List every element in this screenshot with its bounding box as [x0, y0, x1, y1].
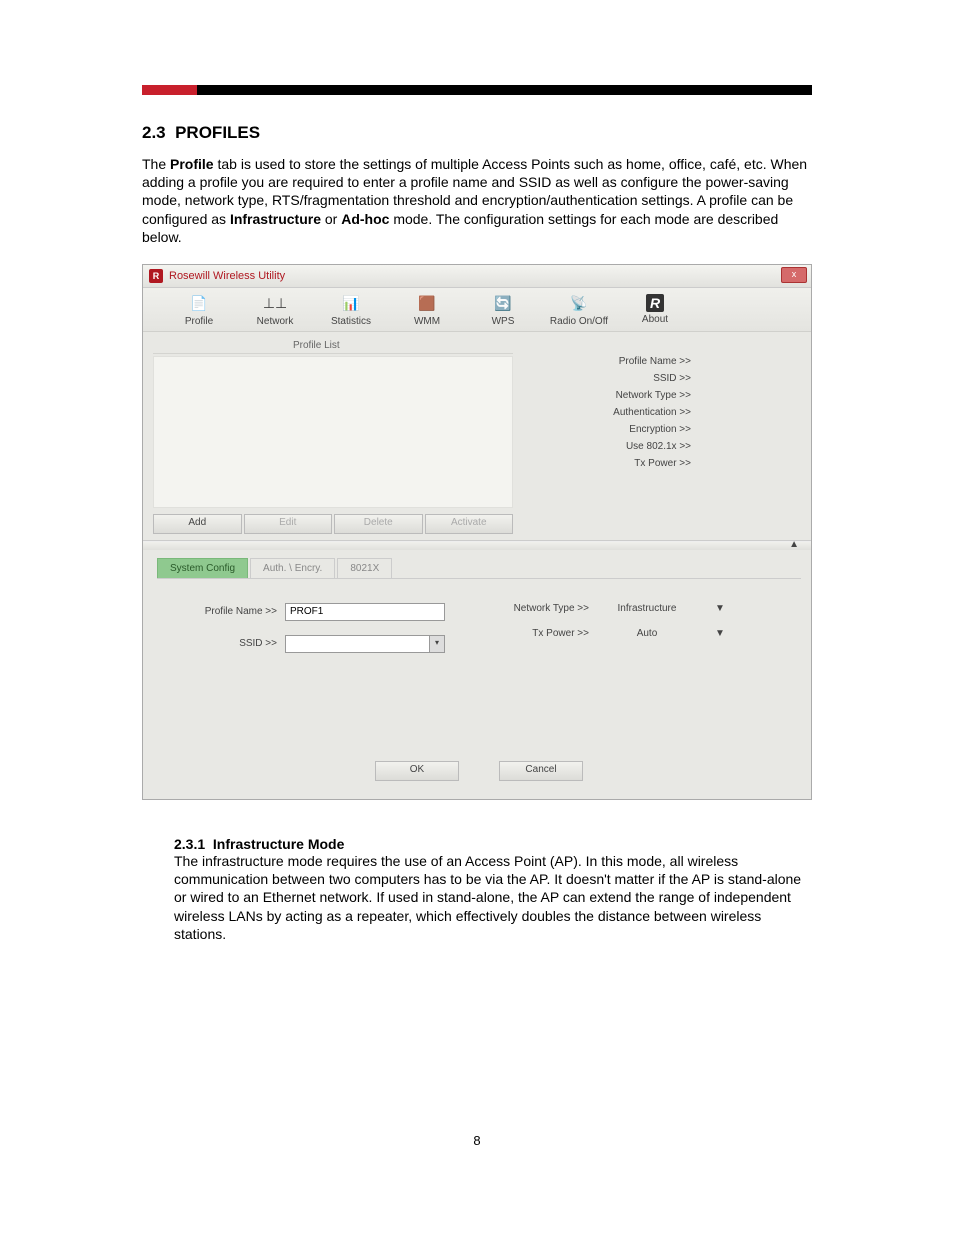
- section-title: 2.3 PROFILES: [142, 123, 812, 143]
- app-logo-icon: R: [149, 269, 163, 283]
- tx-power-value: Auto: [597, 628, 697, 639]
- detail-encryption: Encryption >>: [531, 424, 695, 435]
- profile-name-input[interactable]: [285, 603, 445, 621]
- statistics-icon: 📊: [340, 294, 362, 314]
- ssid-combobox[interactable]: ▾: [285, 635, 445, 653]
- toolbar-label: Statistics: [331, 316, 371, 327]
- section-number: 2.3: [142, 123, 166, 142]
- text: The: [142, 156, 170, 172]
- text-bold: Profile: [170, 156, 214, 172]
- profile-button-row: Add Edit Delete Activate: [153, 514, 513, 534]
- subsection-text: The infrastructure mode requires the use…: [174, 852, 812, 943]
- header-line: [197, 85, 812, 95]
- header-bar: [142, 85, 812, 95]
- toolbar-label: About: [642, 314, 668, 325]
- cancel-button[interactable]: Cancel: [499, 761, 583, 781]
- toolbar-label: Radio On/Off: [550, 316, 608, 327]
- tab-system-config[interactable]: System Config: [157, 558, 248, 578]
- profile-details-panel: Profile Name >> SSID >> Network Type >> …: [521, 332, 811, 540]
- toolbar-label: Network: [257, 316, 294, 327]
- profile-section: Profile List Add Edit Delete Activate Pr…: [143, 332, 811, 541]
- page-number: 8: [142, 1133, 812, 1148]
- config-body: Profile Name >> SSID >> ▾ Network Type >…: [157, 578, 801, 757]
- config-tabs: System Config Auth. \ Encry. 8021X: [157, 558, 801, 578]
- activate-button[interactable]: Activate: [425, 514, 514, 534]
- tab-auth-encry[interactable]: Auth. \ Encry.: [250, 558, 335, 578]
- network-type-value: Infrastructure: [597, 603, 697, 614]
- ssid-label: SSID >>: [167, 638, 285, 649]
- profile-list-label: Profile List: [153, 340, 513, 354]
- detail-authentication: Authentication >>: [531, 407, 695, 418]
- toolbar-network[interactable]: ⊥⊥ Network: [239, 294, 311, 327]
- profile-icon: 📄: [188, 294, 210, 314]
- dropdown-arrow-icon: ▾: [429, 636, 444, 652]
- app-window: R Rosewill Wireless Utility x 📄 Profile …: [142, 264, 812, 800]
- edit-button[interactable]: Edit: [244, 514, 333, 534]
- title-bar: R Rosewill Wireless Utility x: [143, 265, 811, 288]
- toolbar-profile[interactable]: 📄 Profile: [163, 294, 235, 327]
- network-icon: ⊥⊥: [264, 294, 286, 314]
- toolbar-statistics[interactable]: 📊 Statistics: [315, 294, 387, 327]
- network-type-label: Network Type >>: [479, 603, 597, 614]
- close-button[interactable]: x: [781, 267, 807, 283]
- window-title: Rosewill Wireless Utility: [169, 270, 285, 282]
- wps-icon: 🔄: [492, 294, 514, 314]
- config-right-col: Network Type >> Infrastructure ▼ Tx Powe…: [479, 603, 791, 667]
- bottom-button-row: OK Cancel: [157, 757, 801, 789]
- collapse-handle[interactable]: ▲: [143, 541, 811, 550]
- config-left-col: Profile Name >> SSID >> ▾: [167, 603, 479, 667]
- toolbar-label: WMM: [414, 316, 440, 327]
- toolbar-label: Profile: [185, 316, 213, 327]
- about-icon: R: [646, 294, 664, 312]
- toolbar-wmm[interactable]: 🟫 WMM: [391, 294, 463, 327]
- subsection-number: 2.3.1: [174, 836, 205, 852]
- toolbar-wps[interactable]: 🔄 WPS: [467, 294, 539, 327]
- text: or: [321, 211, 341, 227]
- radio-icon: 📡: [568, 294, 590, 314]
- toolbar-about[interactable]: R About: [619, 294, 691, 327]
- ok-button[interactable]: OK: [375, 761, 459, 781]
- text-bold: Infrastructure: [230, 211, 321, 227]
- profile-list-panel: Profile List Add Edit Delete Activate: [143, 332, 521, 540]
- tx-power-dropdown[interactable]: ▼: [715, 628, 725, 639]
- intro-paragraph: The Profile tab is used to store the set…: [142, 155, 812, 246]
- toolbar: 📄 Profile ⊥⊥ Network 📊 Statistics 🟫 WMM …: [143, 288, 811, 332]
- network-type-dropdown[interactable]: ▼: [715, 603, 725, 614]
- tx-power-label: Tx Power >>: [479, 628, 597, 639]
- collapse-arrow-icon: ▲: [789, 539, 799, 550]
- text-bold: Ad-hoc: [341, 211, 389, 227]
- detail-profile-name: Profile Name >>: [531, 356, 695, 367]
- toolbar-radio[interactable]: 📡 Radio On/Off: [543, 294, 615, 327]
- config-area: System Config Auth. \ Encry. 8021X Profi…: [143, 550, 811, 799]
- toolbar-label: WPS: [492, 316, 515, 327]
- wmm-icon: 🟫: [416, 294, 438, 314]
- section-heading: PROFILES: [175, 123, 260, 142]
- subsection-heading: Infrastructure Mode: [213, 836, 344, 852]
- tab-8021x[interactable]: 8021X: [337, 558, 392, 578]
- profile-name-label: Profile Name >>: [167, 606, 285, 617]
- profile-list[interactable]: [153, 356, 513, 508]
- header-accent: [142, 85, 197, 95]
- detail-8021x: Use 802.1x >>: [531, 441, 695, 452]
- add-button[interactable]: Add: [153, 514, 242, 534]
- detail-ssid: SSID >>: [531, 373, 695, 384]
- detail-network-type: Network Type >>: [531, 390, 695, 401]
- detail-txpower: Tx Power >>: [531, 458, 695, 469]
- subsection-title: 2.3.1 Infrastructure Mode: [174, 836, 812, 852]
- delete-button[interactable]: Delete: [334, 514, 423, 534]
